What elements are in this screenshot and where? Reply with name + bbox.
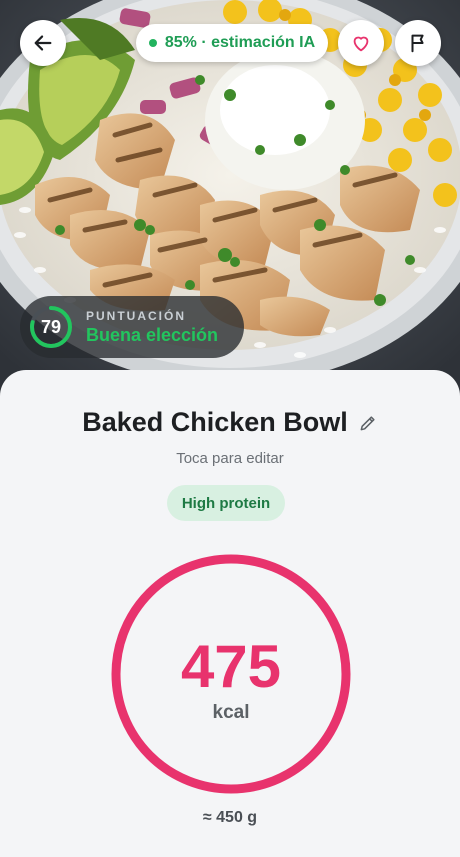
flag-icon <box>411 34 424 53</box>
score-value: 79 <box>40 317 62 337</box>
meal-tag-high-protein: High protein <box>167 485 285 521</box>
status-dot-icon <box>148 39 157 47</box>
pencil-icon[interactable] <box>358 413 378 433</box>
score-ring: 79 <box>28 304 74 350</box>
ai-confidence-badge: 85% · estimación IA <box>136 24 328 62</box>
calorie-ring: 475 kcal <box>110 553 352 795</box>
arrow-left-icon <box>34 35 52 51</box>
health-score-card[interactable]: 79 PUNTUACIÓN Buena elección <box>20 296 244 358</box>
score-verdict: Buena elección <box>86 324 219 345</box>
score-label: PUNTUACIÓN <box>86 308 186 323</box>
meal-details-sheet: Baked Chicken Bowl Toca para editar High… <box>0 370 460 857</box>
favorite-button[interactable] <box>338 20 384 66</box>
meal-title[interactable]: Baked Chicken Bowl <box>82 407 348 438</box>
report-button[interactable] <box>395 20 441 66</box>
calorie-unit: kcal <box>212 702 250 723</box>
calorie-value: 475 <box>180 633 282 700</box>
edit-hint: Toca para editar <box>176 450 284 467</box>
heart-outline-icon <box>353 36 369 52</box>
title-row[interactable]: Baked Chicken Bowl <box>0 407 460 438</box>
portion-weight: ≈ 450 g <box>202 809 258 826</box>
meal-detail-screen: 85% · estimación IA 79 PUNTUACIÓN Buena … <box>0 0 460 857</box>
score-text: PUNTUACIÓN Buena elección <box>86 309 218 346</box>
back-button[interactable] <box>20 20 66 66</box>
ai-confidence-text: 85% · estimación IA <box>164 34 316 51</box>
